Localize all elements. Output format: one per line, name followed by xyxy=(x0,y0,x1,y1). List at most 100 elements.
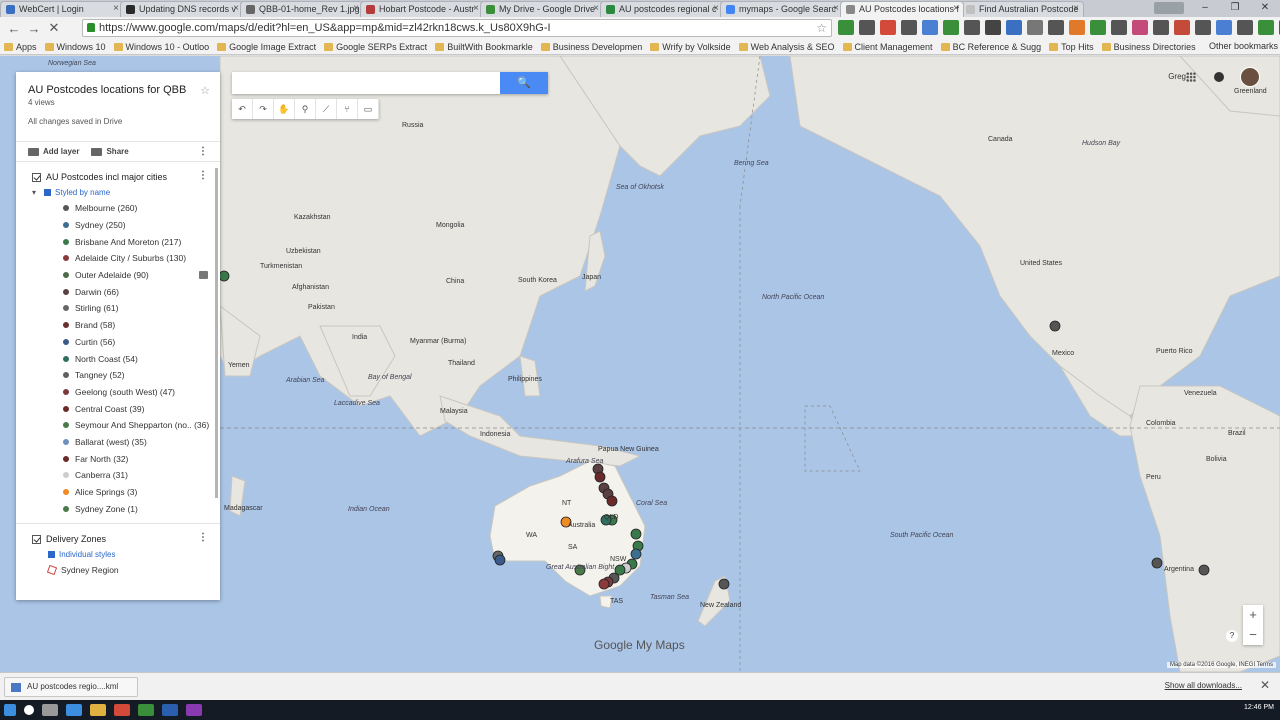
extension-icon[interactable] xyxy=(1048,20,1064,35)
list-item[interactable]: Seymour And Shepparton (no.. (36) xyxy=(63,417,220,434)
undo-icon[interactable]: ↶ xyxy=(232,99,253,119)
tab-2[interactable]: QBB-01-home_Rev 1.jpg × xyxy=(240,1,364,17)
extension-icon[interactable] xyxy=(880,20,896,35)
chevron-down-icon[interactable]: ▾ xyxy=(32,188,36,197)
extension-icon[interactable] xyxy=(1195,20,1211,35)
bookmark-item[interactable]: Apps xyxy=(4,42,37,52)
marker-color-icon[interactable] xyxy=(63,305,69,312)
close-tab-icon[interactable]: × xyxy=(953,3,959,14)
zoom-in-button[interactable]: + xyxy=(1243,605,1263,625)
extension-icon[interactable] xyxy=(1132,20,1148,35)
list-item[interactable]: Canberra (31) xyxy=(63,467,220,484)
extension-icon[interactable] xyxy=(964,20,980,35)
add-layer-button[interactable]: Add layer xyxy=(28,147,79,156)
postcode-marker[interactable] xyxy=(718,578,730,590)
tab-6[interactable]: mymaps - Google Searc × xyxy=(720,1,844,17)
marker-icon[interactable]: ⚲ xyxy=(295,99,316,119)
edge-icon[interactable] xyxy=(66,704,82,716)
bookmark-item[interactable]: Windows 10 - Outloo xyxy=(113,42,209,52)
address-bar[interactable]: https://www.google.com/maps/d/edit?hl=en… xyxy=(82,19,832,37)
tab-7[interactable]: AU Postcodes locations f × xyxy=(840,1,964,17)
marker-color-icon[interactable] xyxy=(63,422,69,429)
extension-icon[interactable] xyxy=(838,20,854,35)
marker-color-icon[interactable] xyxy=(63,255,69,262)
list-item[interactable]: Tangney (52) xyxy=(63,367,220,384)
stop-icon[interactable]: ✕ xyxy=(44,20,64,36)
back-icon[interactable]: ← xyxy=(4,21,24,36)
word-icon[interactable] xyxy=(162,704,178,716)
marker-color-icon[interactable] xyxy=(63,222,69,229)
notifications-icon[interactable] xyxy=(1214,72,1224,82)
tab-0[interactable]: WebCert | Login × xyxy=(0,1,124,17)
tab-5[interactable]: AU postcodes regional c × xyxy=(600,1,724,17)
postcode-marker[interactable] xyxy=(1198,564,1210,576)
user-name[interactable]: Greg xyxy=(1168,72,1186,81)
extension-icon[interactable] xyxy=(943,20,959,35)
close-window-icon[interactable]: ✕ xyxy=(1250,0,1280,17)
layer-title[interactable]: Delivery Zones xyxy=(46,534,106,544)
marker-color-icon[interactable] xyxy=(63,355,69,362)
marker-color-icon[interactable] xyxy=(63,472,69,479)
marker-color-icon[interactable] xyxy=(63,489,69,496)
list-item[interactable]: Geelong (south West) (47) xyxy=(63,384,220,401)
close-tab-icon[interactable]: × xyxy=(353,3,359,14)
layer-menu-icon[interactable]: ⋮ xyxy=(198,532,208,543)
hand-icon[interactable]: ✋ xyxy=(274,99,295,119)
extension-icon[interactable] xyxy=(1258,20,1274,35)
marker-color-icon[interactable] xyxy=(63,505,69,512)
bookmark-item[interactable]: Business Directories xyxy=(1101,42,1196,52)
forward-icon[interactable]: → xyxy=(24,21,44,36)
layer-style-row[interactable]: Individual styles xyxy=(32,546,220,562)
search-button[interactable]: 🔍 xyxy=(500,72,548,94)
search-icon[interactable] xyxy=(24,705,34,715)
directions-icon[interactable]: ⑂ xyxy=(337,99,358,119)
marker-color-icon[interactable] xyxy=(63,388,69,395)
tab-8[interactable]: Find Australian Postcode × xyxy=(960,1,1084,17)
zoom-out-button[interactable]: − xyxy=(1243,625,1263,645)
extension-icon[interactable] xyxy=(1090,20,1106,35)
extension-icon[interactable] xyxy=(1006,20,1022,35)
layer-style-row[interactable]: ▾ Styled by name xyxy=(32,184,220,200)
favorite-star-icon[interactable]: ☆ xyxy=(200,84,210,97)
bookmark-item[interactable]: Windows 10 xyxy=(44,42,106,52)
marker-color-icon[interactable] xyxy=(63,372,69,379)
bookmark-item[interactable]: Google Image Extract xyxy=(217,42,316,52)
list-item[interactable]: Ballarat (west) (35) xyxy=(63,434,220,451)
marker-color-icon[interactable] xyxy=(63,438,69,445)
redo-icon[interactable]: ↷ xyxy=(253,99,274,119)
marker-color-icon[interactable] xyxy=(63,272,69,279)
onenote-icon[interactable] xyxy=(186,704,202,716)
marker-color-icon[interactable] xyxy=(63,322,69,329)
layer-menu-icon[interactable]: ⋮ xyxy=(198,170,208,181)
map-search-input[interactable] xyxy=(232,72,492,94)
postcode-marker[interactable] xyxy=(630,528,642,540)
bookmark-star-icon[interactable]: ☆ xyxy=(816,20,827,36)
bookmark-item[interactable]: Business Developmen xyxy=(540,42,642,52)
bookmark-item[interactable]: Wrify by Volkside xyxy=(650,42,731,52)
bookmark-item[interactable]: Top Hits xyxy=(1049,42,1094,52)
marker-color-icon[interactable] xyxy=(63,205,69,212)
list-item[interactable]: Melbourne (260) xyxy=(63,200,220,217)
extension-icon[interactable] xyxy=(1153,20,1169,35)
postcode-marker[interactable] xyxy=(218,270,230,282)
bookmark-item[interactable]: Client Management xyxy=(842,42,933,52)
list-item[interactable]: Sydney Zone (1) xyxy=(63,500,220,517)
list-item[interactable]: Stirling (61) xyxy=(63,300,220,317)
marker-color-icon[interactable] xyxy=(63,405,69,412)
chrome-icon[interactable] xyxy=(114,704,130,716)
layer-checkbox[interactable] xyxy=(32,172,41,182)
postcode-marker[interactable] xyxy=(606,495,618,507)
marker-color-icon[interactable] xyxy=(63,338,69,345)
other-bookmarks[interactable]: Other bookmarks xyxy=(1209,41,1278,51)
map-search-box[interactable]: 🔍 xyxy=(232,72,548,94)
task-view-icon[interactable] xyxy=(42,704,58,716)
postcode-marker[interactable] xyxy=(1151,557,1163,569)
list-item[interactable]: Curtin (56) xyxy=(63,334,220,351)
extension-icon[interactable] xyxy=(1237,20,1253,35)
list-item[interactable]: Alice Springs (3) xyxy=(63,484,220,501)
bookmark-item[interactable]: BuiltWith Bookmarkle xyxy=(435,42,533,52)
help-icon[interactable]: ? xyxy=(1226,630,1238,642)
list-item[interactable]: Central Coast (39) xyxy=(63,400,220,417)
avatar[interactable] xyxy=(1240,67,1260,87)
draw-line-icon[interactable]: ⟋ xyxy=(316,99,337,119)
